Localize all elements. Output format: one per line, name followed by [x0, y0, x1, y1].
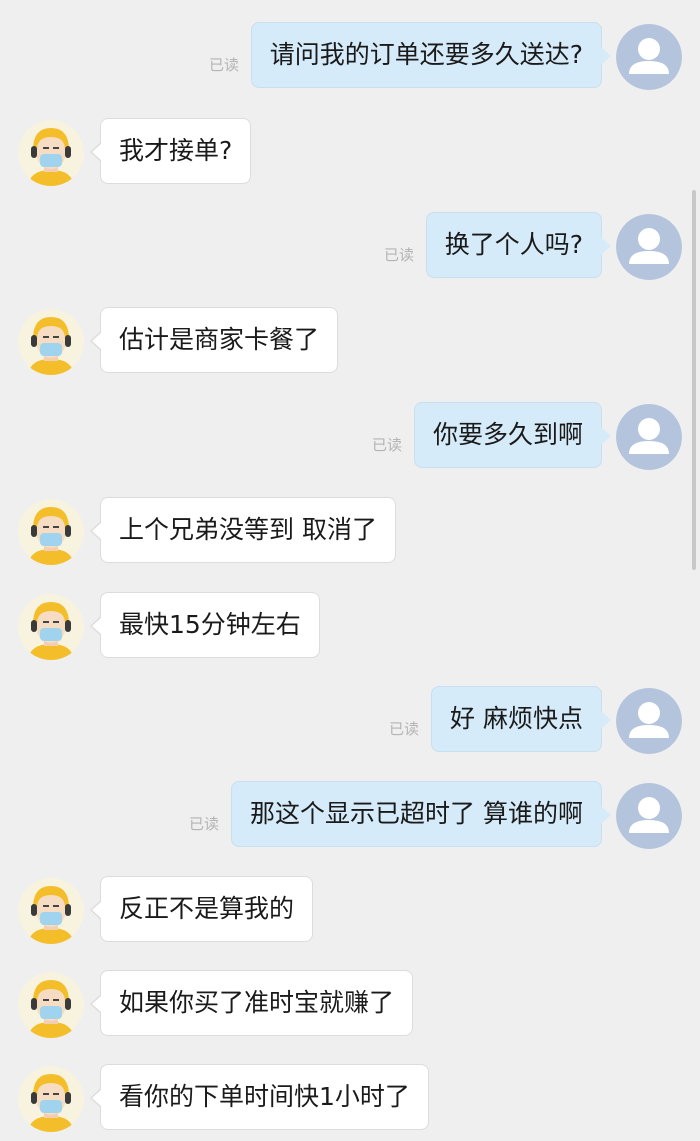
scrollbar[interactable] [692, 190, 696, 570]
message-bubble-incoming[interactable]: 上个兄弟没等到 取消了 [90, 497, 396, 563]
chat-message-list[interactable]: 已读 请问我的订单还要多久送达? 我才接单? 已读 换了个人吗? 估计是商家卡餐… [0, 0, 700, 1141]
message-row-outgoing: 已读 好 麻烦快点 [0, 686, 700, 756]
message-row-incoming: 反正不是算我的 [0, 876, 700, 946]
courier-avatar-icon[interactable] [18, 120, 84, 186]
message-bubble-incoming[interactable]: 如果你买了准时宝就赚了 [89, 970, 414, 1036]
read-receipt: 已读 [388, 720, 419, 738]
courier-avatar-icon[interactable] [18, 309, 84, 375]
read-receipt: 已读 [371, 436, 402, 454]
message-bubble-outgoing[interactable]: 好 麻烦快点 [431, 686, 611, 752]
user-avatar-icon[interactable] [616, 783, 682, 849]
message-row-outgoing: 已读 那这个显示已超时了 算谁的啊 [0, 781, 700, 851]
courier-avatar-icon[interactable] [18, 972, 84, 1038]
user-avatar-icon[interactable] [616, 688, 682, 754]
read-receipt: 已读 [188, 815, 219, 833]
message-bubble-incoming[interactable]: 最快15分钟左右 [90, 592, 320, 658]
message-row-incoming: 我才接单? [0, 118, 700, 188]
message-row-incoming: 如果你买了准时宝就赚了 [0, 970, 700, 1040]
user-avatar-icon[interactable] [616, 24, 682, 90]
courier-avatar-icon[interactable] [18, 878, 84, 944]
user-avatar-icon[interactable] [616, 404, 682, 470]
message-bubble-outgoing[interactable]: 那这个显示已超时了 算谁的啊 [231, 781, 611, 847]
message-bubble-outgoing[interactable]: 换了个人吗? [425, 212, 612, 278]
read-receipt: 已读 [383, 246, 414, 264]
message-bubble-incoming[interactable]: 我才接单? [89, 118, 252, 184]
message-row-incoming: 看你的下单时间快1小时了 [0, 1064, 700, 1134]
courier-avatar-icon[interactable] [18, 499, 84, 565]
courier-avatar-icon[interactable] [18, 594, 84, 660]
user-avatar-icon[interactable] [616, 214, 682, 280]
read-receipt: 已读 [208, 56, 239, 74]
message-row-incoming: 估计是商家卡餐了 [0, 307, 700, 377]
message-bubble-incoming[interactable]: 看你的下单时间快1小时了 [90, 1064, 429, 1130]
message-bubble-outgoing[interactable]: 你要多久到啊 [413, 402, 612, 468]
message-bubble-incoming[interactable]: 反正不是算我的 [89, 876, 314, 942]
courier-avatar-icon[interactable] [18, 1066, 84, 1132]
message-bubble-incoming[interactable]: 估计是商家卡餐了 [89, 307, 339, 373]
message-bubble-outgoing[interactable]: 请问我的订单还要多久送达? [250, 22, 612, 88]
message-row-incoming: 上个兄弟没等到 取消了 [0, 497, 700, 567]
message-row-outgoing: 已读 你要多久到啊 [0, 402, 700, 472]
message-row-outgoing: 已读 请问我的订单还要多久送达? [0, 22, 700, 92]
message-row-outgoing: 已读 换了个人吗? [0, 212, 700, 282]
message-row-incoming: 最快15分钟左右 [0, 592, 700, 662]
